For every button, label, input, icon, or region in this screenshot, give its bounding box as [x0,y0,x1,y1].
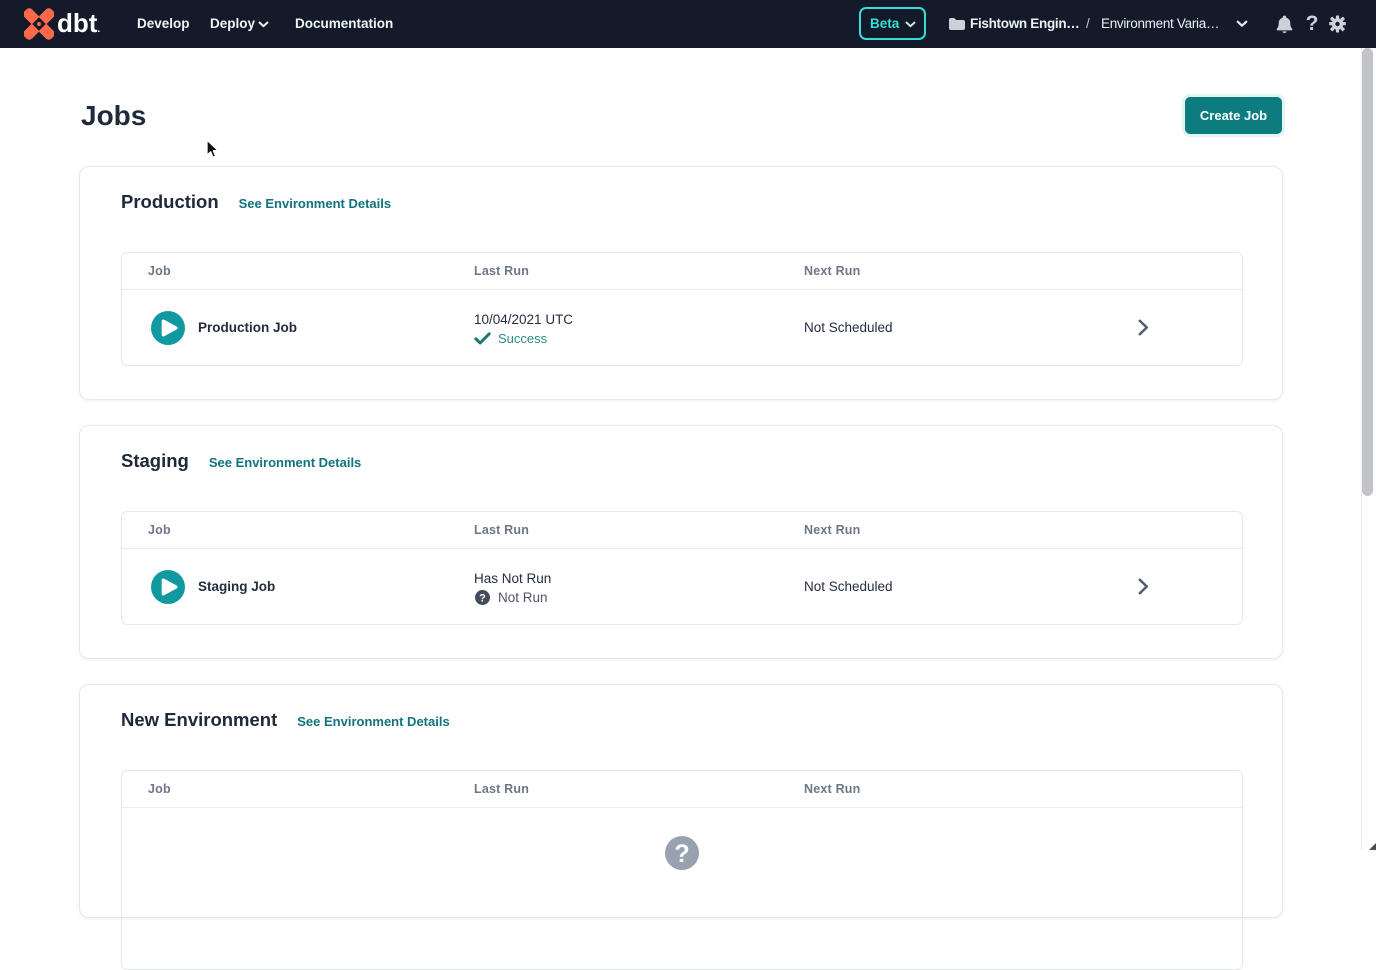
svg-text:?: ? [479,592,486,604]
svg-text:?: ? [674,840,689,868]
